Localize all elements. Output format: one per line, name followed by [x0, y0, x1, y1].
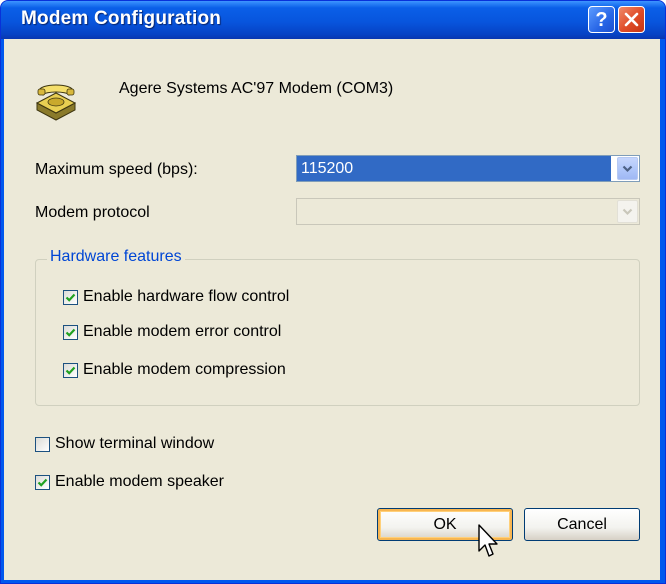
flow-control-checkbox-row[interactable]: Enable hardware flow control — [63, 288, 289, 306]
protocol-label: Modem protocol — [35, 204, 150, 221]
cancel-button[interactable]: Cancel — [524, 508, 640, 541]
device-name: Agere Systems AC'97 Modem (COM3) — [119, 80, 394, 97]
check-icon — [65, 293, 76, 302]
modem-speaker-label: Enable modem speaker — [55, 473, 224, 490]
close-icon — [624, 12, 639, 27]
chevron-down-icon — [622, 165, 633, 172]
error-control-checkbox-row[interactable]: Enable modem error control — [63, 323, 281, 341]
window-title: Modem Configuration — [21, 8, 222, 29]
max-speed-dropdown-button[interactable] — [617, 157, 638, 180]
terminal-window-label: Show terminal window — [55, 435, 215, 452]
chevron-down-icon — [622, 208, 633, 215]
error-control-label: Enable modem error control — [83, 323, 282, 340]
compression-checkbox-row[interactable]: Enable modem compression — [63, 361, 286, 379]
title-bar[interactable]: Modem Configuration ? — [1, 1, 665, 39]
protocol-value — [297, 199, 301, 224]
help-button[interactable]: ? — [588, 6, 615, 33]
check-icon — [37, 478, 48, 487]
max-speed-label: Maximum speed (bps): — [35, 161, 198, 178]
terminal-window-checkbox[interactable] — [35, 436, 50, 452]
max-speed-value: 115200 — [297, 156, 611, 181]
hardware-features-label: Hardware features — [47, 248, 185, 266]
close-button[interactable] — [618, 6, 645, 33]
error-control-checkbox[interactable] — [63, 324, 78, 340]
modem-speaker-checkbox[interactable] — [35, 474, 50, 490]
terminal-window-checkbox-row[interactable]: Show terminal window — [35, 435, 214, 453]
protocol-dropdown-button — [617, 200, 638, 223]
flow-control-label: Enable hardware flow control — [83, 288, 290, 305]
modem-configuration-dialog: Modem Configuration ? Agere Systems AC'9… — [0, 0, 666, 584]
check-icon — [65, 328, 76, 337]
protocol-select — [296, 198, 640, 225]
help-icon: ? — [595, 8, 608, 31]
check-icon — [65, 366, 76, 375]
modem-speaker-checkbox-row[interactable]: Enable modem speaker — [35, 473, 224, 491]
mouse-pointer-icon — [478, 524, 498, 557]
modem-phone-icon — [35, 84, 77, 121]
compression-label: Enable modem compression — [83, 361, 286, 378]
compression-checkbox[interactable] — [63, 362, 78, 378]
flow-control-checkbox[interactable] — [63, 289, 78, 305]
max-speed-select[interactable]: 115200 — [296, 155, 640, 182]
